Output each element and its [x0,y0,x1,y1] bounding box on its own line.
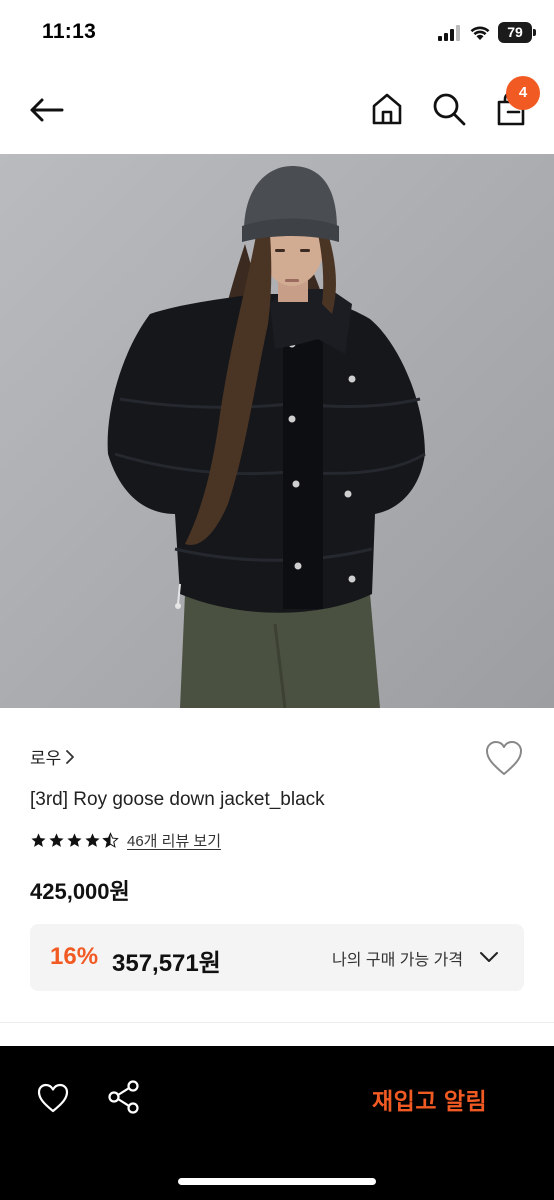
wifi-icon [470,25,490,40]
heart-icon[interactable] [36,1082,70,1114]
rating-row: 46개 리뷰 보기 [30,830,221,851]
discount-rate: 16% [50,943,99,970]
restock-alert-button[interactable]: 재입고 알림 [372,1082,487,1116]
star-half-icon [102,832,119,848]
battery-indicator: 79 [498,22,536,43]
search-icon[interactable] [430,90,468,128]
top-nav [0,66,554,154]
review-link[interactable]: 46개 리뷰 보기 [127,830,221,851]
brand-link[interactable]: 로우 [30,744,75,769]
back-arrow-icon[interactable] [26,90,66,130]
discount-price: 357,571원 [112,950,221,977]
section-divider [0,1022,554,1023]
brand-name: 로우 [30,749,62,768]
home-indicator [178,1178,376,1185]
product-image[interactable] [0,154,554,708]
wishlist-heart-icon[interactable] [484,739,524,777]
home-icon[interactable] [368,90,406,128]
star-icon [31,833,46,847]
status-bar: 11:13 79 [0,0,554,66]
status-icons: 79 [438,22,536,43]
star-icon [67,833,82,847]
model-photo [0,154,554,708]
signal-icon [438,24,460,41]
chevron-right-icon [66,749,75,764]
star-icon [49,833,64,847]
status-time: 11:13 [42,20,97,43]
share-icon[interactable] [108,1080,140,1114]
rating-stars [30,832,119,849]
original-price: 425,000원 [30,879,130,904]
chevron-down-icon[interactable] [478,946,500,968]
cart-count-badge: 4 [506,76,540,110]
my-price-label: 나의 구매 가능 가격 [332,952,464,969]
my-price-panel[interactable]: 16% 357,571원 나의 구매 가능 가격 [30,924,524,991]
bottom-action-bar: 재입고 알림 [0,1046,554,1200]
product-title: [3rd] Roy goose down jacket_black [30,789,325,810]
star-icon [85,833,100,847]
